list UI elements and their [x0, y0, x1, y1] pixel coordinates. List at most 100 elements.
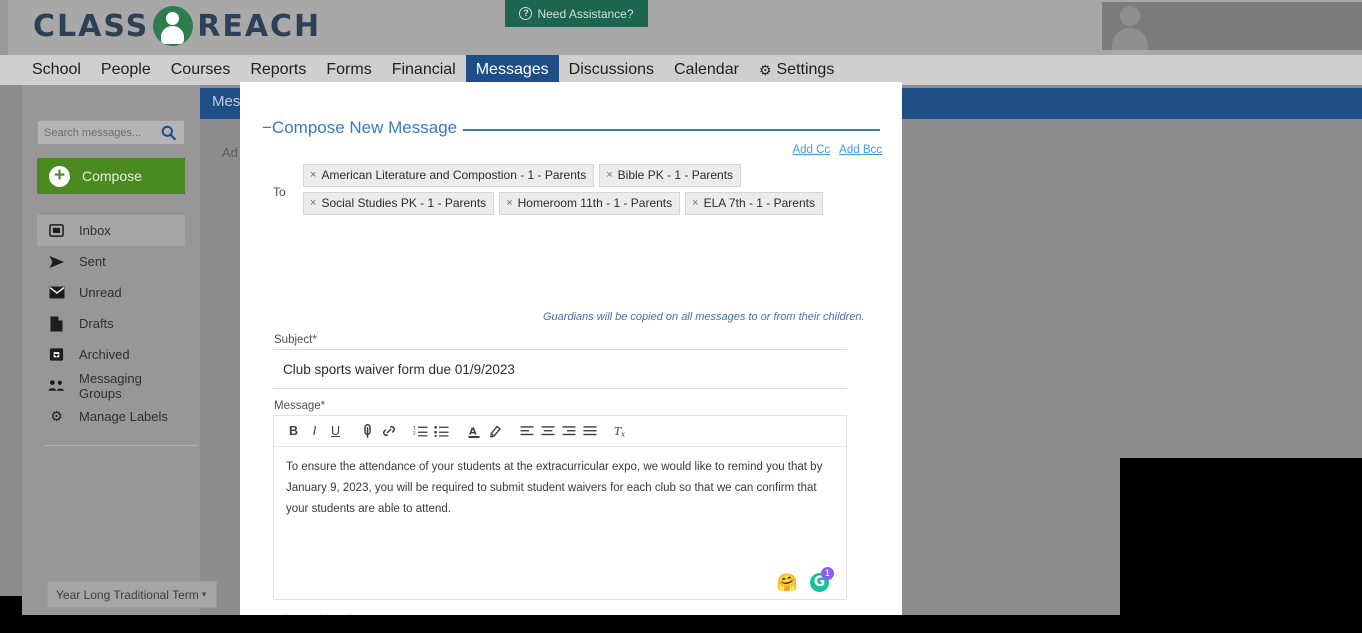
viewport-cutoff-left: [0, 596, 22, 633]
message-body-area[interactable]: To ensure the attendance of your student…: [274, 447, 846, 599]
nav-item-people[interactable]: People: [91, 55, 161, 85]
inbox-icon: [48, 222, 65, 239]
recipient-chip-label: Bible PK - 1 - Parents: [617, 168, 734, 182]
archive-box-icon: [48, 346, 65, 363]
link-icon[interactable]: [378, 420, 399, 442]
svg-text:2: 2: [413, 430, 416, 436]
plus-circle-icon: +: [49, 165, 70, 187]
sidebar-item-label: Archived: [79, 347, 130, 362]
viewport-cutoff-bottom: [0, 615, 1362, 633]
sidebar-item-label: Drafts: [79, 316, 114, 331]
nav-item-discussions[interactable]: Discussions: [559, 55, 664, 85]
avatar[interactable]: [1102, 2, 1362, 50]
bold-icon[interactable]: B: [283, 420, 304, 442]
search-input[interactable]: [42, 122, 160, 143]
recipient-chip[interactable]: × ELA 7th - 1 - Parents: [685, 192, 823, 215]
italic-icon[interactable]: I: [304, 420, 325, 442]
logo-text-right: REACH: [197, 8, 322, 44]
chevron-down-icon: ▼: [200, 590, 208, 599]
guardian-note: Guardians will be copied on all messages…: [543, 311, 865, 323]
nav-item-courses[interactable]: Courses: [161, 55, 241, 85]
chip-remove-icon[interactable]: ×: [692, 196, 698, 210]
gear-icon: ⚙: [758, 61, 772, 78]
recipient-chip-label: Social Studies PK - 1 - Parents: [321, 196, 487, 210]
add-cc-link[interactable]: Add Cc: [792, 144, 830, 156]
message-editor: B I U 1 2 A T x To ensure the attendance…: [273, 415, 847, 600]
recipient-chip-label: ELA 7th - 1 - Parents: [703, 196, 815, 210]
term-selector[interactable]: Year Long Traditional Term ▼: [47, 581, 217, 608]
search-icon[interactable]: [160, 124, 178, 142]
sidebar-item-label: Sent: [79, 254, 106, 269]
sidebar-nav-list: Inbox Sent Unread Drafts Archived Messag…: [37, 215, 185, 432]
nav-item-school[interactable]: School: [22, 55, 91, 85]
chip-remove-icon[interactable]: ×: [310, 196, 316, 210]
nav-label: People: [100, 61, 151, 78]
top-header-bar: CLASS REACH ? Need Assistance? Lord Cobh…: [0, 0, 1362, 55]
main-navigation: School People Courses Reports Forms Fina…: [0, 55, 1362, 85]
compose-button[interactable]: + Compose: [37, 158, 185, 194]
chip-remove-icon[interactable]: ×: [606, 168, 612, 182]
nav-item-financial[interactable]: Financial: [382, 55, 466, 85]
nav-label: Discussions: [568, 61, 654, 78]
sidebar-item-inbox[interactable]: Inbox: [37, 215, 185, 246]
search-messages-box[interactable]: [37, 120, 185, 145]
nav-label: School: [32, 61, 81, 78]
nav-label: Courses: [170, 61, 231, 78]
nav-item-calendar[interactable]: Calendar: [664, 55, 749, 85]
term-selector-value: Year Long Traditional Term: [56, 587, 199, 602]
recipient-chips: × American Literature and Compostion - 1…: [303, 164, 863, 220]
sidebar-item-sent[interactable]: Sent: [37, 246, 185, 277]
grammarly-badge: 1: [821, 567, 834, 580]
recipient-chip[interactable]: × American Literature and Compostion - 1…: [303, 164, 595, 187]
sidebar-item-messaging-groups[interactable]: Messaging Groups: [37, 370, 185, 401]
add-bcc-link[interactable]: Add Bcc: [839, 144, 882, 156]
align-right-icon[interactable]: [558, 420, 579, 442]
question-circle-icon: ?: [519, 7, 533, 20]
classreach-logo[interactable]: CLASS REACH: [33, 6, 321, 46]
svg-text:A: A: [469, 426, 477, 437]
highlight-icon[interactable]: [484, 420, 505, 442]
align-center-icon[interactable]: [537, 420, 558, 442]
sidebar-item-manage-labels[interactable]: ⚙ Manage Labels: [37, 401, 185, 432]
message-body-text: To ensure the attendance of your student…: [286, 461, 823, 515]
chip-remove-icon[interactable]: ×: [310, 168, 316, 182]
recipient-chip[interactable]: × Homeroom 11th - 1 - Parents: [499, 192, 681, 215]
message-label: Message*: [274, 400, 326, 412]
paper-plane-icon: [48, 253, 65, 270]
recipient-chip[interactable]: × Social Studies PK - 1 - Parents: [303, 192, 495, 215]
nav-item-reports[interactable]: Reports: [240, 55, 316, 85]
app-screen: CLASS REACH ? Need Assistance? Lord Cobh…: [0, 0, 1362, 633]
nav-item-settings[interactable]: ⚙ Settings: [749, 55, 844, 85]
ordered-list-icon[interactable]: 1 2: [410, 420, 431, 442]
viewport-cutoff-right: [1120, 458, 1362, 633]
emoji-picker-icon[interactable]: 🤗: [777, 574, 798, 591]
underline-icon[interactable]: U: [325, 420, 346, 442]
nav-label: Calendar: [674, 61, 739, 78]
nav-item-forms[interactable]: Forms: [316, 55, 381, 85]
clear-formatting-icon[interactable]: T x: [611, 420, 632, 442]
sidebar-item-label: Inbox: [79, 223, 111, 238]
unordered-list-icon[interactable]: [431, 420, 452, 442]
subject-input[interactable]: [273, 349, 847, 389]
chip-remove-icon[interactable]: ×: [506, 196, 512, 210]
document-icon: [48, 315, 65, 332]
text-color-icon[interactable]: A: [463, 420, 484, 442]
recipient-chip-label: American Literature and Compostion - 1 -…: [321, 168, 587, 182]
sidebar-item-drafts[interactable]: Drafts: [37, 308, 185, 339]
attachment-icon[interactable]: [357, 420, 378, 442]
sidebar-item-archived[interactable]: Archived: [37, 339, 185, 370]
people-icon: [48, 377, 65, 394]
align-justify-icon[interactable]: [579, 420, 600, 442]
globe-person-icon: [153, 6, 194, 46]
nav-label: Forms: [326, 61, 372, 78]
avatar-body-icon: [1112, 28, 1148, 50]
svg-text:x: x: [621, 431, 625, 439]
logo-text-left: CLASS: [33, 8, 150, 44]
to-field-label: To: [273, 185, 286, 199]
align-left-icon[interactable]: [516, 420, 537, 442]
need-assistance-button[interactable]: ? Need Assistance?: [505, 0, 648, 27]
sidebar-item-unread[interactable]: Unread: [37, 277, 185, 308]
recipient-chip[interactable]: × Bible PK - 1 - Parents: [599, 164, 742, 187]
nav-item-messages[interactable]: Messages: [465, 55, 559, 85]
header-left-edge: [0, 0, 8, 55]
